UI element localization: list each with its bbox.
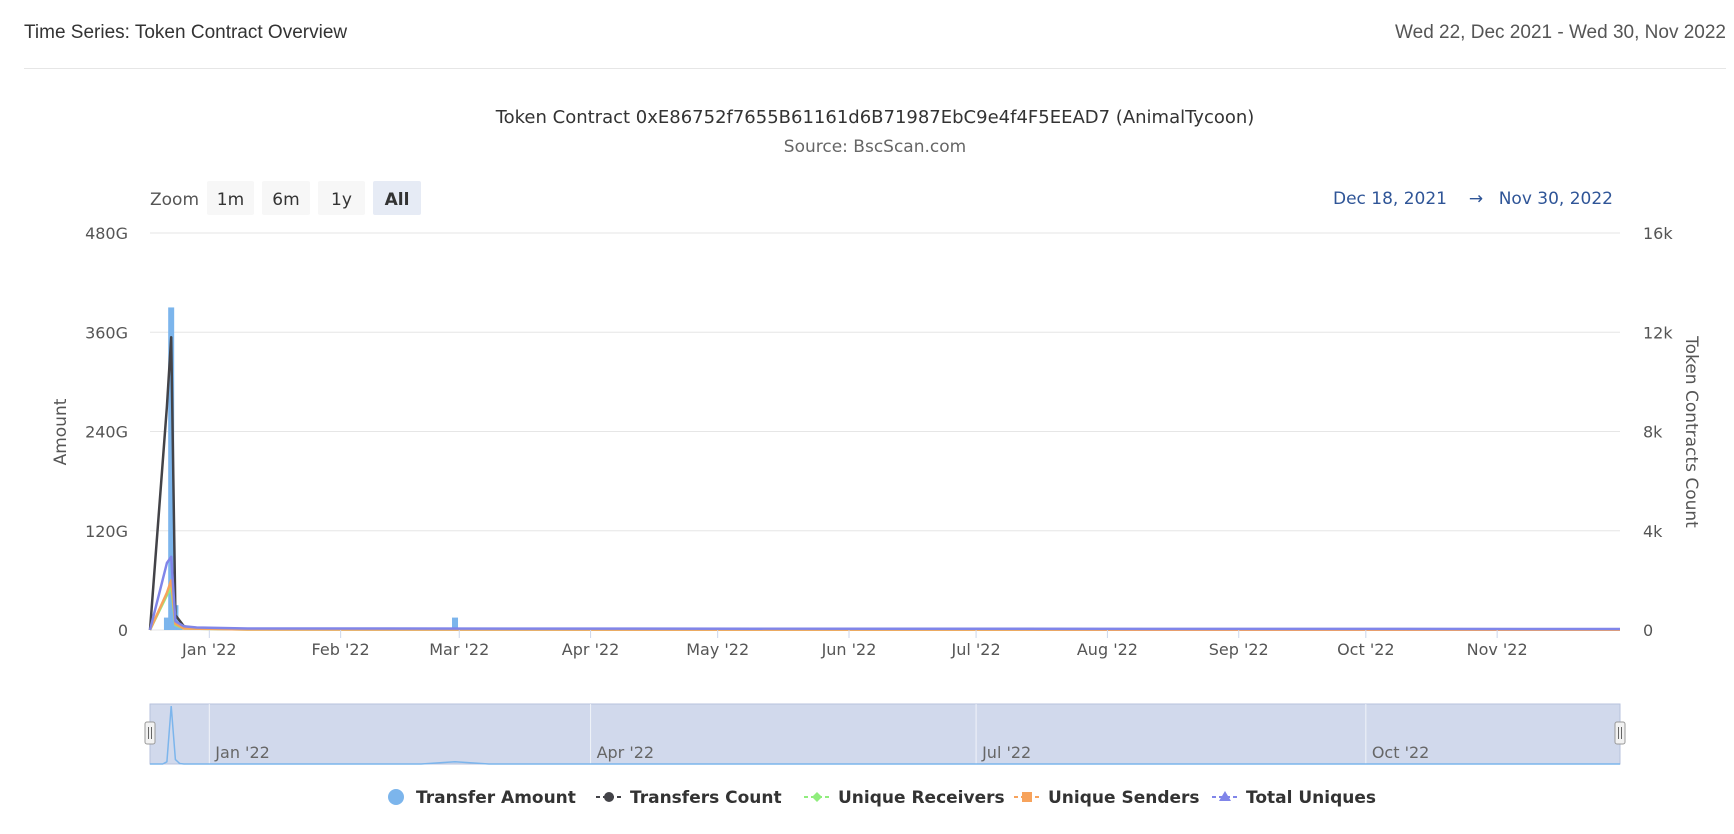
x-tick-label: Apr '22: [562, 640, 620, 659]
legend-label: Unique Receivers: [838, 788, 1005, 808]
navigator[interactable]: Jan '22 Apr '22 Jul '22 Oct '22: [144, 703, 1626, 765]
zoom-controls: Zoom 1m 6m 1y All: [150, 181, 421, 215]
legend-marker: [388, 789, 404, 805]
chart: Token Contract 0xE86752f7655B61161d6B719…: [51, 107, 1701, 808]
left-tick-label: 0: [118, 621, 128, 640]
zoom-button-label: 1y: [331, 190, 352, 210]
legend-item-total-uniques[interactable]: Total Uniques: [1212, 788, 1376, 808]
right-tick-label: 0: [1643, 621, 1653, 640]
right-tick-label: 4k: [1643, 522, 1663, 541]
right-axis: 0 4k 8k 12k 16k: [1643, 224, 1673, 640]
left-tick-label: 360G: [85, 323, 128, 342]
x-tick-label: Jun '22: [821, 640, 877, 659]
x-tick-label: Mar '22: [429, 640, 489, 659]
right-tick-label: 16k: [1643, 224, 1673, 243]
x-tick-label: Feb '22: [312, 640, 370, 659]
legend-item-unique-receivers[interactable]: Unique Receivers: [804, 788, 1005, 808]
navigator-right-handle[interactable]: [1614, 721, 1626, 745]
range-arrow: →: [1469, 189, 1483, 209]
legend-marker: [1022, 792, 1032, 802]
x-axis: Jan '22 Feb '22 Mar '22 Apr '22 May '22 Jun '…: [181, 630, 1528, 659]
zoom-button-all[interactable]: All: [373, 181, 421, 215]
left-tick-label: 120G: [85, 522, 128, 541]
handle-body[interactable]: [1614, 721, 1626, 745]
left-tick-label: 240G: [85, 423, 128, 442]
range-to[interactable]: Nov 30, 2022: [1499, 189, 1613, 209]
x-tick-label: May '22: [686, 640, 749, 659]
right-axis-title: Token Contracts Count: [1681, 335, 1701, 528]
zoom-button-6m[interactable]: 6m: [262, 181, 310, 215]
range-display: Dec 18, 2021 → Nov 30, 2022: [1333, 189, 1613, 209]
transfers-count-line[interactable]: [148, 335, 1621, 631]
unique-senders-line[interactable]: [148, 579, 1621, 632]
zoom-button-1m[interactable]: 1m: [207, 181, 254, 215]
range-from[interactable]: Dec 18, 2021: [1333, 189, 1447, 209]
navigator-tick-label: Oct '22: [1372, 743, 1430, 762]
plot-area[interactable]: [148, 307, 1621, 632]
legend-label: Transfers Count: [630, 788, 782, 808]
x-tick-label: Aug '22: [1077, 640, 1138, 659]
navigator-tick-label: Apr '22: [597, 743, 655, 762]
navigator-tick-label: Jan '22: [214, 743, 270, 762]
legend-label: Unique Senders: [1048, 788, 1200, 808]
zoom-button-1y: 1y: [318, 181, 365, 215]
legend: Transfer Amount Transfers Count Unique Rec…: [388, 788, 1376, 808]
right-tick-label: 12k: [1643, 323, 1673, 342]
legend-label: Total Uniques: [1246, 788, 1376, 808]
legend-label: Transfer Amount: [416, 788, 576, 808]
legend-item-transfers-count[interactable]: Transfers Count: [596, 788, 782, 808]
right-tick-label: 8k: [1643, 423, 1663, 442]
x-tick-label: Nov '22: [1467, 640, 1528, 659]
zoom-button-label: 6m: [272, 190, 299, 210]
x-tick-label: Oct '22: [1337, 640, 1395, 659]
left-axis: 0 120G 240G 360G 480G: [85, 224, 128, 640]
legend-item-transfer-amount[interactable]: Transfer Amount: [388, 788, 576, 808]
grid-lines: [150, 232, 1620, 631]
handle-body[interactable]: [144, 721, 156, 745]
left-tick-label: 480G: [85, 224, 128, 243]
chart-title: Token Contract 0xE86752f7655B61161d6B719…: [495, 107, 1255, 128]
navigator-left-handle[interactable]: [144, 721, 156, 745]
navigator-tick-label: Jul '22: [981, 743, 1031, 762]
chart-subtitle: Source: BscScan.com: [784, 137, 966, 157]
x-tick-label: Jul '22: [951, 640, 1001, 659]
x-tick-label: Jan '22: [181, 640, 237, 659]
x-tick-label: Sep '22: [1209, 640, 1269, 659]
unique-receivers-line[interactable]: [148, 586, 1621, 632]
zoom-button-label: 1m: [217, 190, 244, 210]
left-axis-title: Amount: [51, 398, 71, 465]
legend-marker: [604, 792, 614, 802]
zoom-label: Zoom: [150, 190, 199, 210]
total-uniques-line[interactable]: [148, 555, 1621, 631]
legend-item-unique-senders[interactable]: Unique Senders: [1014, 788, 1200, 808]
zoom-button-label: All: [385, 190, 410, 210]
legend-marker: [812, 792, 822, 802]
